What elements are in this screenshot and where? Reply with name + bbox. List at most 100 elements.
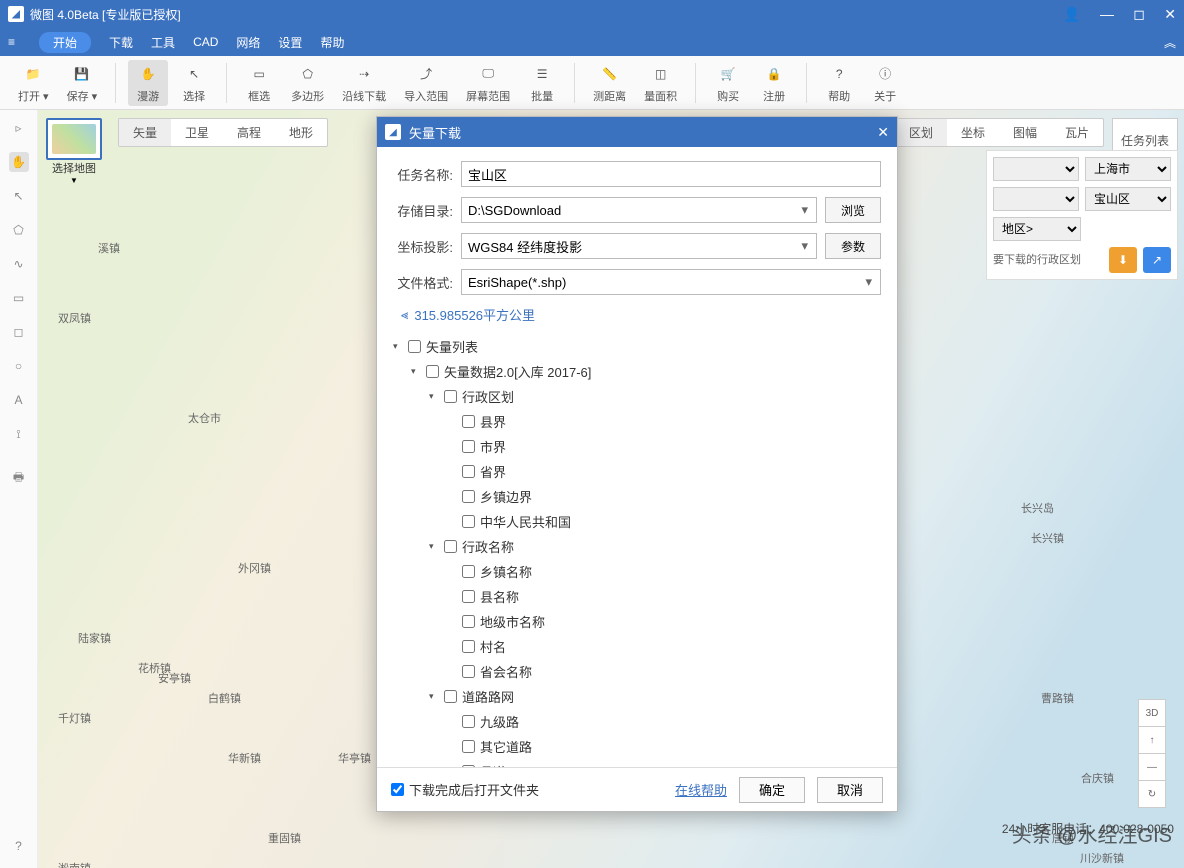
tree-check[interactable] (462, 615, 475, 628)
dialog-close-icon[interactable]: ✕ (877, 124, 889, 141)
tool-save[interactable]: 💾保存 ▾ (61, 60, 104, 106)
sb-text-icon[interactable]: A (9, 390, 29, 410)
tool-path[interactable]: ⇢沿线下载 (336, 60, 392, 106)
tree-toggle-icon[interactable]: ▾ (411, 366, 421, 377)
region-sel-5[interactable]: 地区> (993, 217, 1081, 241)
tree-toggle-icon[interactable]: ▾ (393, 341, 403, 352)
sb-circle-icon[interactable]: ○ (9, 356, 29, 376)
tab-region[interactable]: 区划 (895, 119, 947, 146)
tool-info[interactable]: ⓘ关于 (865, 60, 905, 106)
sb-pushpin-icon[interactable]: ▹ (9, 118, 29, 138)
tool-cart[interactable]: 🛒购买 (708, 60, 748, 106)
tree-check[interactable] (462, 565, 475, 578)
tool-screen[interactable]: 🖵屏幕范围 (460, 60, 516, 106)
task-name-input[interactable] (461, 161, 881, 187)
tool-rect[interactable]: ▭框选 (239, 60, 279, 106)
menu-help[interactable]: 帮助 (320, 34, 344, 51)
tree-check[interactable] (426, 365, 439, 378)
tool-polygon[interactable]: ⬠多边形 (285, 60, 330, 106)
tab-vector[interactable]: 矢量 (119, 119, 171, 146)
map-source-selector[interactable]: 选择地图 ▼ (46, 118, 102, 185)
tab-coord[interactable]: 坐标 (947, 119, 999, 146)
close-icon[interactable]: ✕ (1164, 6, 1176, 22)
ctrl-reset-icon[interactable]: ↻ (1138, 780, 1166, 808)
tree-check[interactable] (408, 340, 421, 353)
export-icon[interactable]: ↗ (1143, 247, 1171, 273)
tab-sheet[interactable]: 图幅 (999, 119, 1051, 146)
tree-check[interactable] (444, 540, 457, 553)
sb-hand-icon[interactable]: ✋ (9, 152, 29, 172)
tool-batch[interactable]: ☰批量 (522, 60, 562, 106)
tree-check[interactable] (444, 390, 457, 403)
tool-hand[interactable]: ✋漫游 (128, 60, 168, 106)
hamburger-icon[interactable]: ≡ (8, 35, 15, 49)
region-sel-2[interactable]: 上海市 (1085, 157, 1171, 181)
expand-icon[interactable]: ⪡ (401, 307, 408, 323)
maximize-icon[interactable]: ◻ (1133, 6, 1145, 22)
tree-check[interactable] (462, 490, 475, 503)
menu-cad[interactable]: CAD (193, 35, 218, 49)
params-button[interactable]: 参数 (825, 233, 881, 259)
fmt-dropdown[interactable]: EsriShape(*.shp) (461, 269, 881, 295)
tool-help[interactable]: ?帮助 (819, 60, 859, 106)
dir-dropdown[interactable]: D:\SGDownload (461, 197, 817, 223)
region-sel-3[interactable] (993, 187, 1079, 211)
tree-label: 其它道路 (480, 737, 532, 756)
menu-start[interactable]: 开始 (39, 32, 91, 53)
tab-satellite[interactable]: 卫星 (171, 119, 223, 146)
tree-check[interactable] (462, 590, 475, 603)
tree-check[interactable] (462, 665, 475, 678)
tree-check[interactable] (462, 465, 475, 478)
tool-cursor[interactable]: ↖选择 (174, 60, 214, 106)
menu-download[interactable]: 下载 (109, 34, 133, 51)
ok-button[interactable]: 确定 (739, 777, 805, 803)
tool-import[interactable]: ⤴导入范围 (398, 60, 454, 106)
open-after-check[interactable] (391, 783, 404, 796)
collapse-icon[interactable]: ︽ (1164, 34, 1176, 51)
tree-check[interactable] (462, 740, 475, 753)
tree-check[interactable] (462, 715, 475, 728)
sb-ruler-icon[interactable]: ⟟ (9, 424, 29, 444)
sb-help-icon[interactable]: ? (9, 836, 29, 856)
cancel-button[interactable]: 取消 (817, 777, 883, 803)
region-sel-1[interactable] (993, 157, 1079, 181)
ctrl-compass-icon[interactable]: — (1138, 753, 1166, 781)
tree-check[interactable] (462, 415, 475, 428)
tree-toggle-icon[interactable]: ▾ (429, 691, 439, 702)
region-sel-4[interactable]: 宝山区 (1085, 187, 1171, 211)
sb-print-icon[interactable]: 🖶 (9, 468, 29, 488)
browse-button[interactable]: 浏览 (825, 197, 881, 223)
menu-settings[interactable]: 设置 (278, 34, 302, 51)
tool-folder[interactable]: 📁打开 ▾ (12, 60, 55, 106)
dialog-title: 矢量下载 (409, 123, 461, 142)
tool-ruler[interactable]: 📏测距离 (587, 60, 632, 106)
tab-elevation[interactable]: 高程 (223, 119, 275, 146)
tree-check[interactable] (462, 515, 475, 528)
map-label: 外冈镇 (238, 560, 271, 576)
menu-network[interactable]: 网络 (236, 34, 260, 51)
sb-path-icon[interactable]: ∿ (9, 254, 29, 274)
tree-toggle-icon[interactable]: ▾ (429, 391, 439, 402)
tab-terrain[interactable]: 地形 (275, 119, 327, 146)
ctrl-3d[interactable]: 3D (1138, 699, 1166, 727)
sb-shape-icon[interactable]: ◻ (9, 322, 29, 342)
minimize-icon[interactable]: — (1100, 6, 1114, 22)
online-help-link[interactable]: 在线帮助 (675, 780, 727, 799)
tab-tile[interactable]: 瓦片 (1051, 119, 1103, 146)
sb-polygon-icon[interactable]: ⬠ (9, 220, 29, 240)
map-label: 千灯镇 (58, 710, 91, 726)
tool-area[interactable]: ◫量面积 (638, 60, 683, 106)
ctrl-north-icon[interactable]: ↑ (1138, 726, 1166, 754)
sb-rect-icon[interactable]: ▭ (9, 288, 29, 308)
tree-check[interactable] (462, 440, 475, 453)
sb-cursor-icon[interactable]: ↖ (9, 186, 29, 206)
tree-check[interactable] (444, 690, 457, 703)
menu-tools[interactable]: 工具 (151, 34, 175, 51)
map-label: 曹路镇 (1041, 690, 1074, 706)
tree-check[interactable] (462, 640, 475, 653)
user-icon[interactable]: 👤 (1063, 6, 1080, 22)
tool-lock[interactable]: 🔒注册 (754, 60, 794, 106)
download-icon[interactable]: ⬇ (1109, 247, 1137, 273)
proj-dropdown[interactable]: WGS84 经纬度投影 (461, 233, 817, 259)
tree-toggle-icon[interactable]: ▾ (429, 541, 439, 552)
